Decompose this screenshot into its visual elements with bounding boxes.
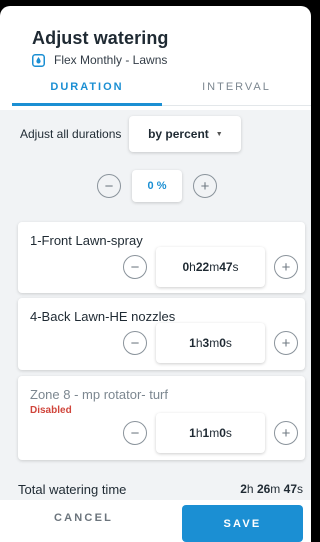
schedule-name: Flex Monthly - Lawns xyxy=(54,53,168,67)
tab-bar: DURATION INTERVAL xyxy=(0,80,311,106)
zone-duration-stepper: − 1h 3m 0s + xyxy=(123,323,298,363)
zone-duration-input[interactable]: 1h 1m 0s xyxy=(156,413,265,453)
action-footer: CANCEL SAVE xyxy=(0,500,311,542)
status-badge: Disabled xyxy=(30,405,72,416)
zone-minus-button[interactable]: − xyxy=(123,255,147,279)
zone-card: 1-Front Lawn-spray − 0h 22 m 47 s + xyxy=(18,222,305,293)
adjust-all-row: Adjust all durations by percent ▼ xyxy=(0,116,311,152)
percent-stepper: − 0 % + xyxy=(3,170,311,202)
duration-panel: Adjust all durations by percent ▼ − 0 % … xyxy=(0,110,311,473)
zone-minus-button[interactable]: − xyxy=(123,331,147,355)
adjust-mode-value: by percent xyxy=(148,127,209,141)
zone-plus-button[interactable]: + xyxy=(274,255,298,279)
sheet-header: Adjust watering Flex Monthly - Lawns xyxy=(0,6,311,67)
zone-duration-input[interactable]: 0h 22 m 47 s xyxy=(156,247,265,287)
save-button[interactable]: SAVE xyxy=(182,505,303,542)
total-label: Total watering time xyxy=(18,481,127,497)
adjust-all-label: Adjust all durations xyxy=(20,127,122,141)
total-value: 2h 26m 47s xyxy=(240,482,303,496)
adjust-mode-select[interactable]: by percent ▼ xyxy=(129,116,242,152)
cancel-button[interactable]: CANCEL xyxy=(54,512,113,524)
zone-duration-input[interactable]: 1h 3m 0s xyxy=(156,323,265,363)
zone-duration-stepper: − 0h 22 m 47 s + xyxy=(123,247,298,287)
page-title: Adjust watering xyxy=(32,28,169,48)
percent-input[interactable]: 0 % xyxy=(132,170,182,202)
percent-plus-button[interactable]: + xyxy=(193,174,217,198)
tab-interval[interactable]: INTERVAL xyxy=(162,80,311,106)
zone-name: 4-Back Lawn-HE nozzles xyxy=(30,309,176,324)
chevron-down-icon: ▼ xyxy=(215,130,223,138)
zone-duration-stepper: − 1h 1m 0s + xyxy=(123,413,298,453)
tab-duration[interactable]: DURATION xyxy=(12,80,162,106)
zone-name: 1-Front Lawn-spray xyxy=(30,233,143,248)
schedule-row: Flex Monthly - Lawns xyxy=(32,53,297,67)
zone-minus-button[interactable]: − xyxy=(123,421,147,445)
percent-minus-button[interactable]: − xyxy=(97,174,121,198)
water-drop-icon xyxy=(32,53,45,67)
zone-card: Zone 8 - mp rotator- turf Disabled − 1h … xyxy=(18,376,305,460)
zone-plus-button[interactable]: + xyxy=(274,421,298,445)
zone-name: Zone 8 - mp rotator- turf xyxy=(30,387,168,402)
zone-card: 4-Back Lawn-HE nozzles − 1h 3m 0s + xyxy=(18,298,305,370)
zone-plus-button[interactable]: + xyxy=(274,331,298,355)
